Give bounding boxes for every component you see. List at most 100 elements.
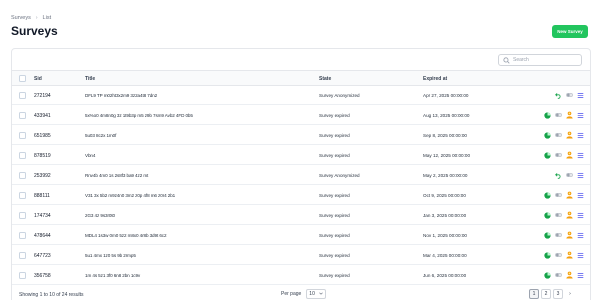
table-row[interactable]: 647723 5u1 4mx 1z0 5s 9b 2rmp5 Survey expi… <box>12 246 590 265</box>
row-expired-at: May 2, 2025 00:00:00 <box>423 173 468 178</box>
toggle-icon[interactable] <box>555 211 562 219</box>
row-expired-at: Jan 3, 2025 00:00:00 <box>423 213 467 218</box>
table-row[interactable]: 272194 DFL9 TP m02ht3x2m9 3z2a4t8 7dn2 Sur… <box>12 86 590 105</box>
select-all-checkbox[interactable] <box>19 75 26 82</box>
table-footer: Showing 1 to 10 of 24 results Per page 1… <box>11 288 591 300</box>
page-button-3[interactable]: 3 <box>553 289 563 299</box>
list-icon[interactable] <box>577 251 584 259</box>
page-button-1[interactable]: 1 <box>529 289 539 299</box>
user-icon[interactable] <box>566 191 573 199</box>
toggle-icon[interactable] <box>555 151 562 159</box>
per-page-select[interactable]: 10 <box>306 289 327 299</box>
user-icon[interactable] <box>566 151 573 159</box>
column-header-state[interactable]: State <box>319 76 331 82</box>
row-actions <box>544 251 584 259</box>
user-icon[interactable] <box>566 131 573 139</box>
per-page-control: Per page 10 <box>281 289 327 299</box>
search-box[interactable] <box>498 54 582 66</box>
search-icon <box>503 56 510 64</box>
undo-icon[interactable] <box>555 91 562 99</box>
toggle-icon[interactable] <box>555 131 562 139</box>
column-header-sid[interactable]: Sid <box>34 76 42 82</box>
row-title[interactable]: 2G3 4z 9s3r0t0 <box>85 213 115 218</box>
table-row[interactable]: 478644 MDL4 1s3w 0m0 5z2 m8x0 4r8b 3d9t 6… <box>12 226 590 245</box>
row-checkbox[interactable] <box>19 252 26 259</box>
row-checkbox[interactable] <box>19 92 26 99</box>
page-button-2[interactable]: 2 <box>541 289 551 299</box>
stats-icon[interactable] <box>544 271 551 279</box>
row-title[interactable]: Rnv4b 4m0 1s 2s8f3 ba9 4z2 mt <box>85 173 148 178</box>
table-row[interactable]: 356758 1m 4s 5z1 3f0 6n8 2bn 1c9v Survey e… <box>12 266 590 285</box>
user-icon[interactable] <box>566 231 573 239</box>
row-sid: 651985 <box>34 133 51 139</box>
row-title[interactable]: 1m 4s 5z1 3f0 6n8 2bn 1c9v <box>85 273 140 278</box>
list-icon[interactable] <box>577 271 584 279</box>
row-checkbox[interactable] <box>19 112 26 119</box>
stats-icon[interactable] <box>544 231 551 239</box>
table-row[interactable]: 433941 5x%o0 4m8n0g 3z 1t9b3p m5 z9b 7sm9… <box>12 106 590 125</box>
list-icon[interactable] <box>577 171 584 179</box>
user-icon[interactable] <box>566 251 573 259</box>
row-actions <box>544 191 584 199</box>
stats-icon[interactable] <box>544 191 551 199</box>
row-title[interactable]: MDL4 1s3w 0m0 5z2 m8x0 4r8b 3d9t 6c2 <box>85 233 167 238</box>
row-checkbox[interactable] <box>19 132 26 139</box>
list-icon[interactable] <box>577 191 584 199</box>
stats-icon[interactable] <box>544 251 551 259</box>
row-checkbox[interactable] <box>19 192 26 199</box>
stats-icon[interactable] <box>544 111 551 119</box>
row-checkbox[interactable] <box>19 232 26 239</box>
undo-icon[interactable] <box>555 171 562 179</box>
row-checkbox[interactable] <box>19 152 26 159</box>
row-checkbox[interactable] <box>19 172 26 179</box>
list-icon[interactable] <box>577 151 584 159</box>
row-title[interactable]: 5u1 4mx 1z0 5s 9b 2rmp5 <box>85 253 136 258</box>
pagination: 1 2 3 › <box>529 289 575 299</box>
toggle-icon[interactable] <box>555 251 562 259</box>
user-icon[interactable] <box>566 271 573 279</box>
toggle-icon[interactable] <box>566 91 573 99</box>
row-expired-at: Nov 1, 2025 00:00:00 <box>423 233 467 238</box>
breadcrumb-root-link[interactable]: Surveys <box>11 15 31 21</box>
toggle-icon[interactable] <box>555 191 562 199</box>
row-title[interactable]: DFL9 TP m02ht3x2m9 3z2a4t8 7dn2 <box>85 93 157 98</box>
table-row[interactable]: 253992 Rnv4b 4m0 1s 2s8f3 ba9 4z2 mt Surve… <box>12 166 590 185</box>
row-sid: 356758 <box>34 273 51 279</box>
column-header-title[interactable]: Title <box>85 76 95 82</box>
toggle-icon[interactable] <box>555 271 562 279</box>
row-title[interactable]: V31 3x 5b2 m9z4n0 3m2 z0p 4f8 m6 z0r4 2b… <box>85 193 175 198</box>
table-row[interactable]: 174734 2G3 4z 9s3r0t0 Survey expired Jan 3,… <box>12 206 590 225</box>
list-icon[interactable] <box>577 111 584 119</box>
stats-icon[interactable] <box>544 151 551 159</box>
table-row[interactable]: 878519 Vbn4 Survey expired May 12, 2025 00:… <box>12 146 590 165</box>
toggle-icon[interactable] <box>555 231 562 239</box>
list-icon[interactable] <box>577 131 584 139</box>
row-title[interactable]: 5u03 8c2x 1m0f <box>85 133 116 138</box>
stats-icon[interactable] <box>544 131 551 139</box>
list-icon[interactable] <box>577 91 584 99</box>
row-sid: 888111 <box>34 193 50 199</box>
table-row[interactable]: 888111 V31 3x 5b2 m9z4n0 3m2 z0p 4f8 m6 z… <box>12 186 590 205</box>
table-row[interactable]: 651985 5u03 8c2x 1m0f Survey expired Sep 8,… <box>12 126 590 145</box>
user-icon[interactable] <box>566 111 573 119</box>
row-actions <box>544 211 584 219</box>
user-icon[interactable] <box>566 211 573 219</box>
row-actions <box>555 91 584 99</box>
row-sid: 253992 <box>34 173 51 179</box>
toggle-icon[interactable] <box>555 111 562 119</box>
new-survey-button[interactable]: New Survey <box>552 25 588 38</box>
row-checkbox[interactable] <box>19 272 26 279</box>
list-icon[interactable] <box>577 211 584 219</box>
row-state: Survey expired <box>319 153 350 158</box>
column-header-expired[interactable]: Expired at <box>423 76 447 82</box>
stats-icon[interactable] <box>544 211 551 219</box>
search-input[interactable] <box>513 57 581 63</box>
chevron-right-icon: › <box>35 15 38 21</box>
row-title[interactable]: Vbn4 <box>85 153 95 158</box>
row-title[interactable]: 5x%o0 4m8n0g 3z 1t9b3p m5 z9b 7sm9 Avb2 … <box>85 113 193 118</box>
next-page-button[interactable]: › <box>565 289 575 299</box>
toggle-icon[interactable] <box>566 171 573 179</box>
list-icon[interactable] <box>577 231 584 239</box>
row-expired-at: Apr 27, 2025 00:00:00 <box>423 93 469 98</box>
row-checkbox[interactable] <box>19 212 26 219</box>
